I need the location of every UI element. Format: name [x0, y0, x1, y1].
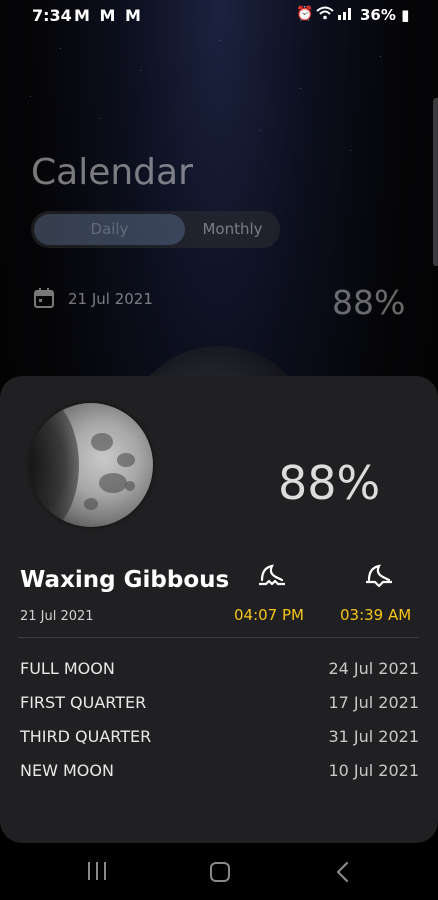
phase-label: FIRST QUARTER: [20, 693, 147, 712]
phase-date-value: 10 Jul 2021: [328, 761, 419, 780]
moonset-time: 03:39 AM: [340, 606, 412, 624]
home-icon[interactable]: [208, 860, 232, 884]
list-item: FIRST QUARTER 17 Jul 2021: [20, 691, 419, 725]
calendar-icon[interactable]: [33, 287, 55, 309]
phase-date-value: 24 Jul 2021: [328, 659, 419, 678]
battery-icon: ▮: [395, 6, 410, 24]
selected-date[interactable]: 21 Jul 2021: [68, 290, 153, 308]
battery-level: 36% ▮: [360, 6, 409, 24]
recent-apps-icon[interactable]: [84, 860, 110, 882]
status-time: 7:34: [32, 6, 72, 25]
edge-panel-handle[interactable]: [433, 98, 438, 266]
status-bar: 7:34 M M M ⏰ 36% ▮: [0, 0, 438, 32]
list-item: THIRD QUARTER 31 Jul 2021: [20, 725, 419, 759]
illumination-percent: 88%: [332, 283, 406, 322]
phase-date: 21 Jul 2021: [20, 609, 94, 624]
moon-phase-image: [29, 403, 153, 527]
view-toggle: Daily Monthly: [31, 211, 280, 248]
alarm-icon: ⏰: [296, 6, 314, 22]
moonrise-icon: [256, 560, 288, 592]
tab-daily[interactable]: Daily: [34, 214, 185, 245]
page-title: Calendar: [31, 152, 193, 193]
list-item: FULL MOON 24 Jul 2021: [20, 657, 419, 691]
gmail-notification-icons: M M M: [74, 6, 143, 25]
moonrise-time: 04:07 PM: [234, 606, 304, 624]
phase-label: THIRD QUARTER: [20, 727, 152, 746]
phase-name: Waxing Gibbous: [20, 567, 230, 593]
upcoming-phases-list: FULL MOON 24 Jul 2021 FIRST QUARTER 17 J…: [20, 657, 419, 793]
wifi-icon: [316, 6, 334, 24]
tab-monthly[interactable]: Monthly: [185, 214, 280, 245]
phase-label: FULL MOON: [20, 659, 115, 678]
illumination-percent-large: 88%: [278, 456, 381, 510]
divider: [18, 637, 419, 638]
list-item: NEW MOON 10 Jul 2021: [20, 759, 419, 793]
battery-percent: 36%: [360, 6, 396, 24]
back-icon[interactable]: [332, 860, 354, 884]
phase-date-value: 31 Jul 2021: [328, 727, 419, 746]
moonset-icon: [363, 560, 395, 592]
phase-label: NEW MOON: [20, 761, 114, 780]
signal-icon: [337, 6, 353, 24]
phase-date-value: 17 Jul 2021: [328, 693, 419, 712]
